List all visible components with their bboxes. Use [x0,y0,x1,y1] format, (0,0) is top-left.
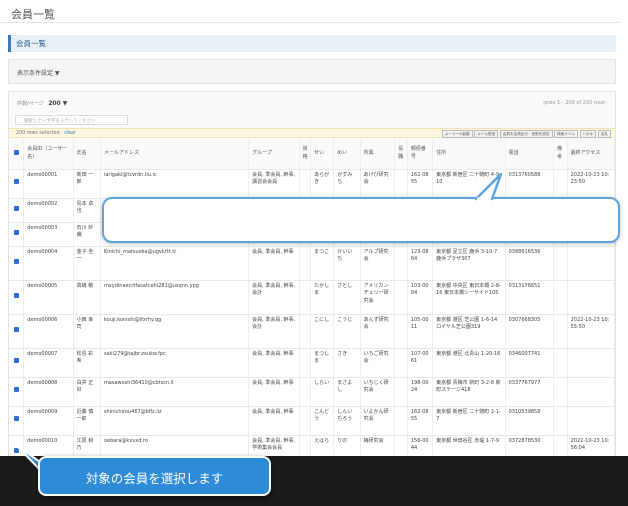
instruction-text: 対象の会員を選択します [85,471,224,486]
instruction-callout: 対象の会員を選択します [38,456,271,496]
callout-arrow-icon [16,445,49,479]
